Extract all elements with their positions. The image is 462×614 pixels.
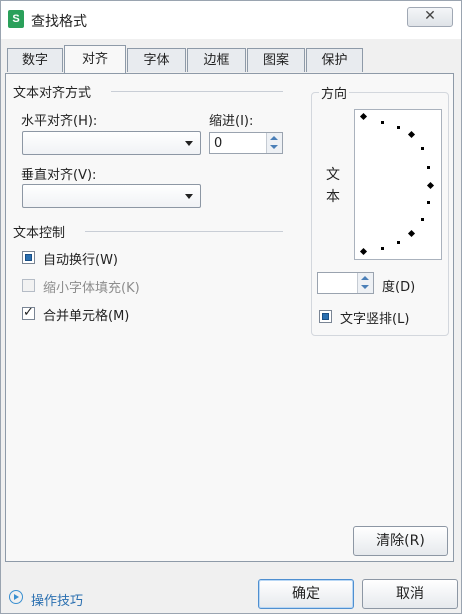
dial-marker xyxy=(359,112,368,121)
sample-char: 本 xyxy=(326,189,340,205)
degree-stepper[interactable] xyxy=(317,272,374,294)
ok-button[interactable]: 确定 xyxy=(258,579,354,609)
wps-app-icon: S xyxy=(8,10,24,28)
shrink-to-fit-label[interactable]: 缩小字体填充(K) xyxy=(43,277,140,296)
vertical-align-select[interactable] xyxy=(22,184,201,208)
indent-label: 缩进(I): xyxy=(209,114,254,129)
dial-dot xyxy=(397,241,400,244)
section-divider xyxy=(111,91,283,92)
orientation-arc xyxy=(359,112,435,256)
close-icon: ✕ xyxy=(424,8,436,24)
title-bar: S 查找格式 ✕ xyxy=(1,1,461,39)
find-format-dialog: S 查找格式 ✕ 数字 对齐 字体 边框 图案 保护 文本对齐方式 水平对齐(H… xyxy=(0,0,462,614)
dial-dot xyxy=(427,201,430,204)
orientation-sample-text: 文 本 xyxy=(324,164,342,208)
text-alignment-heading: 文本对齐方式 xyxy=(13,86,92,101)
orientation-heading: 方向 xyxy=(319,83,350,102)
dial-dot xyxy=(381,247,384,250)
stepper-buttons[interactable] xyxy=(266,133,282,153)
dial-dot xyxy=(421,147,424,150)
arrow-up-icon[interactable] xyxy=(361,276,369,280)
play-help-icon[interactable] xyxy=(9,590,23,604)
dial-marker xyxy=(407,229,416,238)
dial-marker xyxy=(426,181,435,190)
tab-border[interactable]: 边框 xyxy=(187,48,246,72)
merge-cells-checkbox[interactable] xyxy=(22,305,35,320)
section-divider xyxy=(85,231,283,232)
arrow-up-icon[interactable] xyxy=(270,136,278,140)
vertical-text-label[interactable]: 文字竖排(L) xyxy=(340,308,409,327)
chevron-down-icon xyxy=(185,194,193,199)
indent-stepper[interactable]: 0 xyxy=(209,132,283,154)
tab-font[interactable]: 字体 xyxy=(127,48,186,72)
dial-dot xyxy=(421,218,424,221)
dial-dot xyxy=(381,121,384,124)
indent-value: 0 xyxy=(214,136,223,151)
clear-button[interactable]: 清除(R) xyxy=(353,526,448,556)
cancel-button[interactable]: 取消 xyxy=(362,579,458,609)
tab-alignment[interactable]: 对齐 xyxy=(64,45,126,73)
tab-number[interactable]: 数字 xyxy=(7,48,63,72)
vertical-text-checkbox[interactable] xyxy=(319,310,332,323)
stepper-buttons[interactable] xyxy=(357,273,373,293)
dial-dot xyxy=(427,166,430,169)
tab-protection[interactable]: 保护 xyxy=(306,48,363,72)
wrap-text-label[interactable]: 自动换行(W) xyxy=(43,249,118,268)
vertical-align-label: 垂直对齐(V): xyxy=(21,168,97,183)
horizontal-align-select[interactable] xyxy=(22,131,201,155)
dial-dot xyxy=(397,126,400,129)
dial-marker xyxy=(359,247,368,256)
arrow-down-icon[interactable] xyxy=(361,285,369,289)
dial-marker xyxy=(407,130,416,139)
sample-char: 文 xyxy=(326,167,340,183)
dialog-title: 查找格式 xyxy=(31,14,87,30)
degree-label: 度(D) xyxy=(382,280,416,295)
horizontal-align-label: 水平对齐(H): xyxy=(21,114,98,129)
tab-pattern[interactable]: 图案 xyxy=(247,48,305,72)
merge-cells-label[interactable]: 合并单元格(M) xyxy=(43,305,129,324)
arrow-down-icon[interactable] xyxy=(270,145,278,149)
orientation-dial[interactable] xyxy=(354,109,442,260)
wrap-text-checkbox[interactable] xyxy=(22,251,35,264)
chevron-down-icon xyxy=(185,141,193,146)
tips-link[interactable]: 操作技巧 xyxy=(31,590,83,609)
close-button[interactable]: ✕ xyxy=(407,7,453,27)
shrink-to-fit-checkbox[interactable] xyxy=(22,279,35,292)
text-control-heading: 文本控制 xyxy=(13,226,66,241)
